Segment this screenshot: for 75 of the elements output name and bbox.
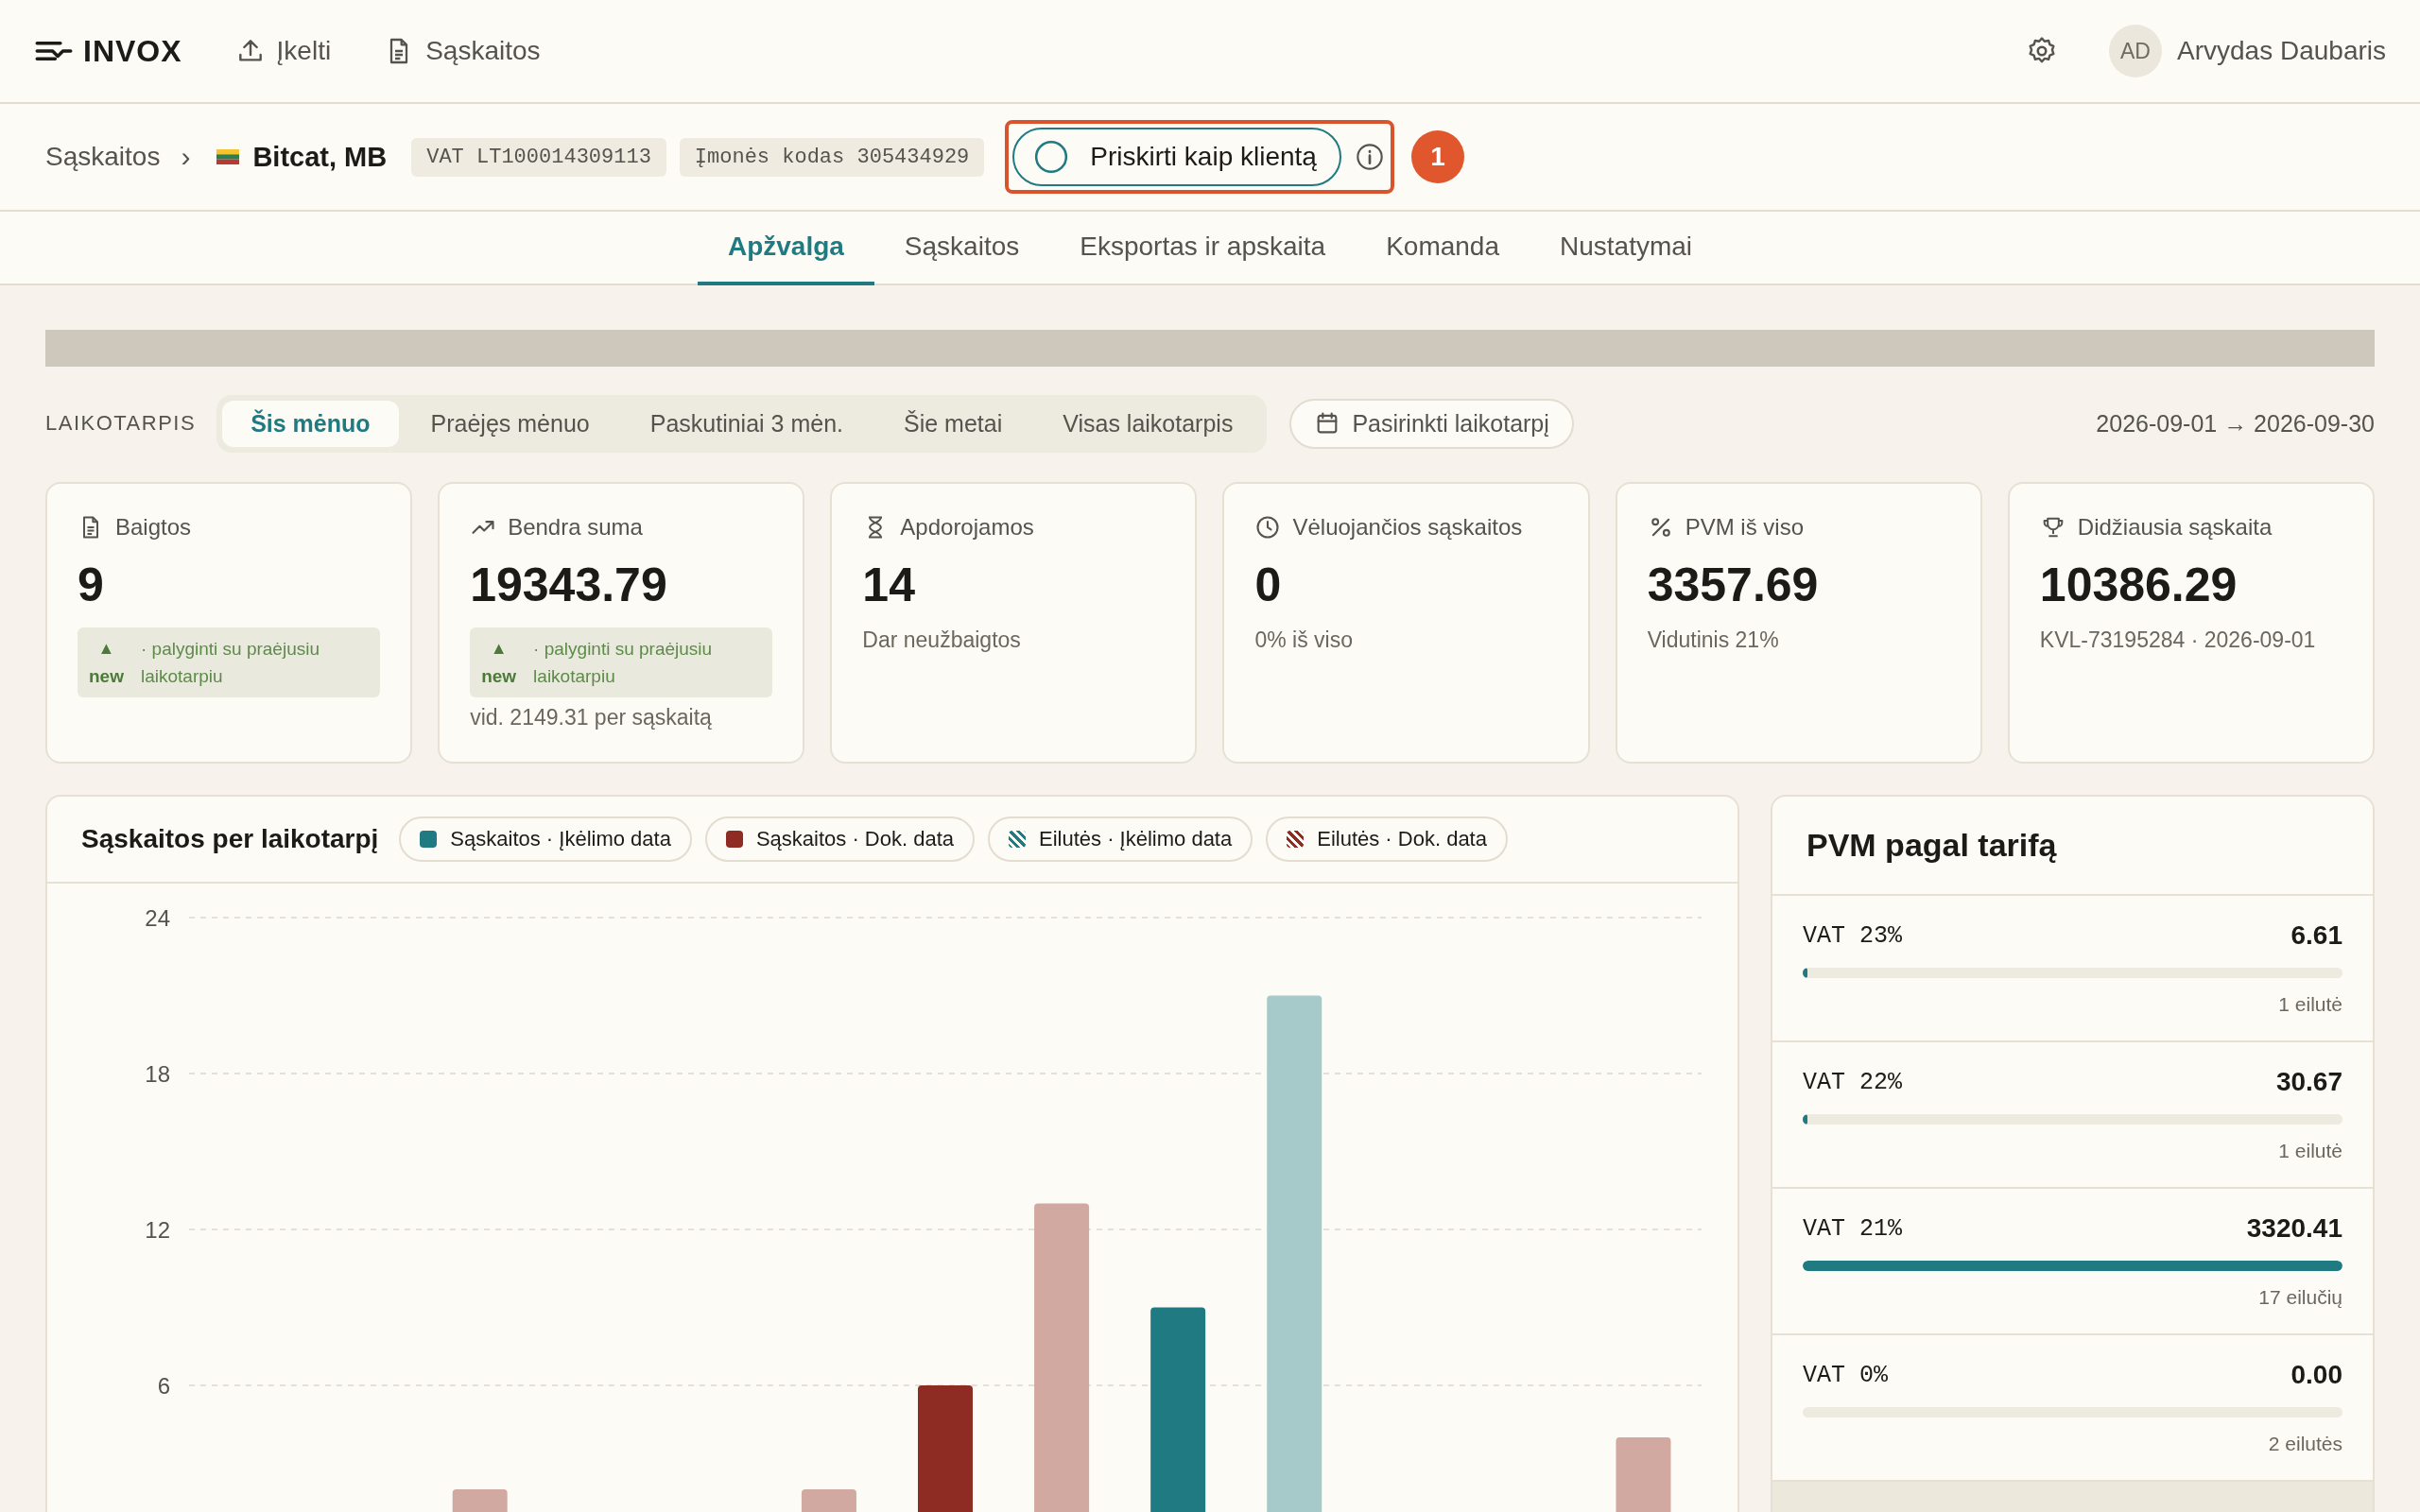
nav-link[interactable]: Įkelti: [234, 36, 332, 66]
period-label: LAIKOTARPIS: [45, 411, 197, 436]
axis-tick-label: 18: [145, 1061, 170, 1087]
period-option[interactable]: Šie metai: [875, 400, 1031, 447]
stat-title: Didžiausia sąskaita: [2077, 514, 2273, 541]
stat-note: 0% iš viso: [1254, 627, 1355, 653]
company-name: Bitcat, MB: [252, 141, 388, 173]
legend-item[interactable]: Eilutės · Įkėlimo data: [988, 816, 1253, 862]
breadcrumb-link[interactable]: Sąskaitos: [45, 142, 161, 172]
stat-value: 10386.29: [2039, 558, 2238, 612]
chart-title: Sąskaitos per laikotarpį: [81, 824, 379, 854]
change-label: new: [89, 665, 124, 688]
axis-tick-label: 24: [145, 905, 170, 931]
custom-period-button[interactable]: Pasirinkti laikotarpį: [1289, 398, 1574, 449]
axis-tick-label: 6: [157, 1373, 170, 1399]
period-option[interactable]: Visas laikotarpis: [1034, 400, 1262, 447]
stat-note: vid. 2149.31 per sąskaitą: [470, 705, 713, 730]
vat-amount: 3320.41: [2246, 1213, 2342, 1244]
stat-value: 3357.69: [1647, 558, 1820, 612]
line-count: 2 eilutės: [2267, 1433, 2342, 1455]
user-avatar[interactable]: AD: [2109, 25, 2162, 77]
company-code-tag: VAT LT100014309113: [411, 137, 666, 177]
stat-value: 14: [862, 558, 916, 612]
up-arrow-icon: ▲: [490, 635, 508, 662]
legend-item[interactable]: Sąskaitos · Dok. data: [704, 816, 975, 862]
tab[interactable]: Sąskaitos: [873, 212, 1050, 285]
stat-value: 19343.79: [470, 558, 668, 612]
line-count: 17 eilučių: [2257, 1286, 2342, 1309]
nav-link[interactable]: Sąskaitos: [384, 36, 541, 66]
circle-icon: [1033, 139, 1070, 175]
vat-amount: 30.67: [2275, 1067, 2342, 1097]
stat-note: KVL-73195284 · 2026-09-01: [2039, 627, 2317, 653]
stat-title: PVM iš viso: [1685, 514, 1804, 541]
period-option[interactable]: Praėjęs mėnuo: [402, 400, 618, 447]
change-label: new: [481, 665, 517, 688]
up-arrow-icon: ▲: [97, 635, 115, 662]
assign-client-button[interactable]: Priskirti kaip klientą: [1012, 128, 1341, 186]
legend-item[interactable]: Sąskaitos · Įkėlimo data: [399, 816, 692, 862]
vat-rate-label: VAT 21%: [1803, 1214, 1903, 1243]
tab[interactable]: Eksportas ir apskaita: [1049, 212, 1357, 285]
period-option[interactable]: Šis mėnuo: [222, 400, 399, 447]
comparison-text: · palyginti su praėjusiu laikotarpiu: [533, 638, 714, 688]
stat-note: Dar neužbaigtos: [862, 627, 1022, 653]
stat-value: 0: [1254, 558, 1283, 612]
breadcrumb-separator: ›: [181, 141, 191, 173]
axis-tick-label: 12: [145, 1217, 170, 1243]
line-count: 1 eilutė: [2277, 993, 2342, 1016]
vat-rate-label: VAT 22%: [1803, 1068, 1903, 1096]
tab[interactable]: Komanda: [1356, 212, 1530, 285]
period-option[interactable]: Paskutiniai 3 mėn.: [621, 400, 872, 447]
vat-rate-label: VAT 23%: [1803, 921, 1903, 950]
vat-rate-label: VAT 0%: [1803, 1361, 1888, 1389]
panel-title: PVM pagal tarifą: [1806, 827, 2057, 864]
line-count: 1 eilutė: [2277, 1140, 2342, 1162]
info-icon: [1354, 142, 1385, 172]
user-name[interactable]: Arvydas Daubaris: [2177, 36, 2386, 66]
logo-text[interactable]: INVOX: [83, 33, 182, 69]
stat-value: 9: [78, 558, 105, 612]
stat-note: Vidutinis 21%: [1647, 627, 1780, 653]
chart-bar: [452, 1489, 508, 1512]
stat-title: Bendra suma: [508, 514, 643, 541]
stat-title: Baigtos: [115, 514, 192, 541]
stat-title: Apdorojamos: [900, 514, 1034, 541]
tab[interactable]: Nustatymai: [1530, 212, 1723, 285]
vat-amount: 6.61: [2290, 920, 2342, 951]
flag-icon: [216, 149, 240, 164]
date-range: 2026-09-01 → 2026-09-30: [2096, 409, 2375, 438]
company-code-tag: Įmonės kodas 305434929: [679, 137, 985, 177]
comparison-text: · palyginti su praėjusiu laikotarpiu: [140, 638, 320, 688]
step-badge: 1: [1410, 130, 1464, 183]
tab[interactable]: Apžvalga: [697, 212, 874, 285]
stat-title: Vėluojančios sąskaitos: [1292, 514, 1523, 541]
vat-amount: 0.00: [2290, 1360, 2342, 1390]
chart-bar: [801, 1489, 856, 1512]
legend-item[interactable]: Eilutės · Dok. data: [1266, 816, 1508, 862]
